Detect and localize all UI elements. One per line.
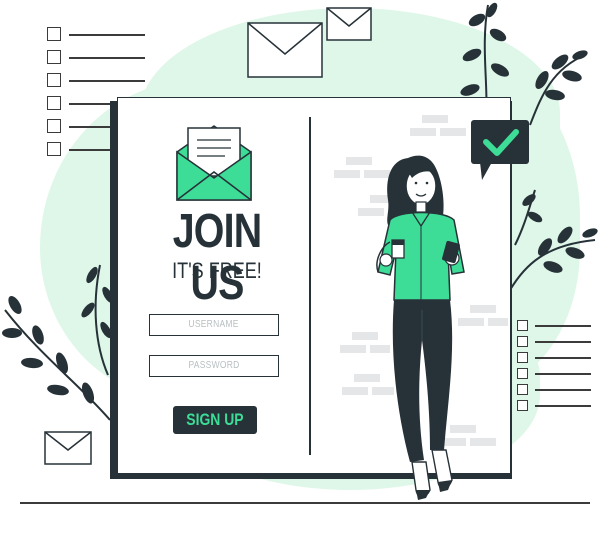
page-subtitle: IT'S FREE! <box>172 258 262 283</box>
card-divider <box>309 117 311 455</box>
password-input[interactable]: PASSWORD <box>149 355 279 377</box>
envelope-icon <box>44 431 92 465</box>
leaf-icon <box>509 189 598 291</box>
ground-line <box>20 502 590 504</box>
username-placeholder: USERNAME <box>188 319 240 330</box>
password-placeholder: PASSWORD <box>188 360 240 371</box>
sign-up-button-label: SIGN UP <box>186 410 244 429</box>
sign-up-button[interactable]: SIGN UP <box>173 406 257 434</box>
envelope-icon <box>247 22 323 78</box>
woman-with-phone-illustration <box>376 155 465 500</box>
envelope-icon <box>326 7 372 41</box>
envelope-icon <box>176 125 252 201</box>
leaf-icon <box>2 264 114 421</box>
username-input[interactable]: USERNAME <box>149 314 279 336</box>
